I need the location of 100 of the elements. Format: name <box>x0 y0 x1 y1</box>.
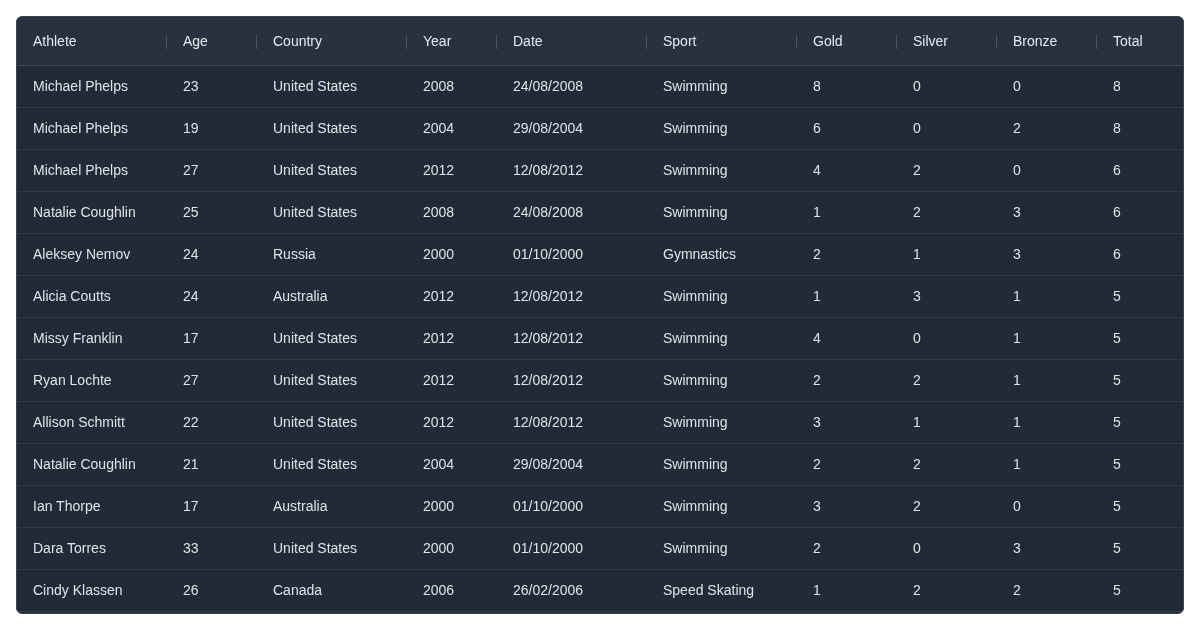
table-cell-text: 17 <box>182 497 199 516</box>
table-cell-text: Canada <box>272 581 323 600</box>
table-cell-text: 2012 <box>422 413 455 432</box>
table-cell-text: 2 <box>912 203 921 222</box>
table-cell-text: 2012 <box>422 161 455 180</box>
table-cell-text: United States <box>272 119 358 138</box>
column-header[interactable]: Athlete <box>17 30 77 52</box>
table-cell-text: United States <box>272 455 358 474</box>
table-cell-text: 24 <box>182 245 199 264</box>
table-cell-text: Swimming <box>662 287 728 306</box>
table-cell-text: 3 <box>1012 203 1021 222</box>
table-cell-text: 5 <box>1112 581 1121 600</box>
table-cell-text: Australia <box>272 497 328 516</box>
column-header[interactable]: Gold <box>797 30 843 52</box>
table-cell-text: 2012 <box>422 287 455 306</box>
table-cell-text: 4 <box>812 329 821 348</box>
table-cell-text: 2 <box>912 581 921 600</box>
table-cell-text: 33 <box>182 539 199 558</box>
column-header[interactable]: Bronze <box>997 30 1058 52</box>
table-cell-text: 2012 <box>422 329 455 348</box>
table-cell-text: United States <box>272 77 358 96</box>
table-cell-text: 1 <box>1012 371 1021 390</box>
table-cell-text: 01/10/2000 <box>512 497 584 516</box>
table-cell-text: United States <box>272 539 358 558</box>
table-cell-text: 3 <box>1012 539 1021 558</box>
table-cell-text: 0 <box>1012 77 1021 96</box>
table-cell-text: Michael Phelps <box>32 77 128 96</box>
table-cell-text: Swimming <box>662 329 728 348</box>
table-cell-text: 17 <box>182 329 199 348</box>
column-header[interactable]: Total <box>1097 30 1143 52</box>
table-cell-text: United States <box>272 329 358 348</box>
column-header[interactable]: Year <box>407 30 452 52</box>
column-header[interactable]: Country <box>257 30 323 52</box>
table-cell-text: 0 <box>1012 161 1021 180</box>
table-cell-text: Alicia Coutts <box>32 287 111 306</box>
table-cell-text: 26/02/2006 <box>512 581 584 600</box>
table-cell-text: 3 <box>812 497 821 516</box>
table-cell-text: 1 <box>1012 413 1021 432</box>
table-cell-text: Swimming <box>662 413 728 432</box>
table-cell-text: 0 <box>1012 497 1021 516</box>
table-cell-text: 12/08/2012 <box>512 413 584 432</box>
table-cell-text: Australia <box>272 287 328 306</box>
table-cell-text: 2 <box>812 455 821 474</box>
table-cell-text: 1 <box>1012 455 1021 474</box>
table-cell-text: 0 <box>912 119 921 138</box>
table-cell-text: 2 <box>912 371 921 390</box>
table-cell-text: Swimming <box>662 539 728 558</box>
table-cell-text: 2 <box>812 539 821 558</box>
column-header[interactable]: Age <box>167 30 208 52</box>
table-cell-text: United States <box>272 371 358 390</box>
column-header[interactable]: Silver <box>897 30 948 52</box>
table-cell-text: Michael Phelps <box>32 119 128 138</box>
table-cell-text: 2 <box>812 245 821 264</box>
table-cell-text: 12/08/2012 <box>512 287 584 306</box>
table-cell-text: 2008 <box>422 77 455 96</box>
table-cell-text: 5 <box>1112 539 1121 558</box>
table-cell-text: 24 <box>182 287 199 306</box>
table-cell-text: Swimming <box>662 371 728 390</box>
table-cell-text: 5 <box>1112 329 1121 348</box>
column-header[interactable]: Sport <box>647 30 697 52</box>
table-cell-text: 0 <box>912 77 921 96</box>
table-cell-text: 12/08/2012 <box>512 161 584 180</box>
table-cell-text: 5 <box>1112 497 1121 516</box>
table-cell-text: 3 <box>912 287 921 306</box>
table-cell-text: 5 <box>1112 413 1121 432</box>
table-cell-text: 24/08/2008 <box>512 77 584 96</box>
table-cell-text: 5 <box>1112 455 1121 474</box>
table-cell-text: 1 <box>812 203 821 222</box>
table-cell-text: 12/08/2012 <box>512 371 584 390</box>
table-cell-text: 2 <box>812 371 821 390</box>
table-cell-text: 2 <box>912 497 921 516</box>
table-cell-text: Cindy Klassen <box>32 581 123 600</box>
table-cell-text: Gymnastics <box>662 245 737 264</box>
table-cell-text: 19 <box>182 119 199 138</box>
table-cell-text: Natalie Coughlin <box>32 455 136 474</box>
table-cell-text: Speed Skating <box>662 581 755 600</box>
table-cell-text: 8 <box>1112 77 1121 96</box>
table-cell-text: 1 <box>912 245 921 264</box>
table-cell-text: Ian Thorpe <box>32 497 101 516</box>
table-cell-text: 3 <box>1012 245 1021 264</box>
table-cell-text: 2 <box>1012 119 1021 138</box>
table-cell-text: 2000 <box>422 539 455 558</box>
table-cell-text: Aleksey Nemov <box>32 245 131 264</box>
table-cell-text: Michael Phelps <box>32 161 128 180</box>
table-cell-text: 2 <box>912 161 921 180</box>
table-cell-text: 8 <box>812 77 821 96</box>
table-cell-text: 23 <box>182 77 199 96</box>
table-cell-text: 29/08/2004 <box>512 455 584 474</box>
column-header[interactable]: Date <box>497 30 543 52</box>
table-cell-text: 6 <box>1112 245 1121 264</box>
table-cell-text: 4 <box>812 161 821 180</box>
table-cell-text: Ryan Lochte <box>32 371 112 390</box>
table-cell-text: 8 <box>1112 119 1121 138</box>
table-cell-text: 1 <box>812 287 821 306</box>
table-cell-text: 6 <box>1112 161 1121 180</box>
table-cell-text: 0 <box>912 329 921 348</box>
table-cell-text: Swimming <box>662 497 728 516</box>
table-cell-text: 0 <box>912 539 921 558</box>
table-cell-text: Dara Torres <box>32 539 106 558</box>
table-cell-text: 2008 <box>422 203 455 222</box>
